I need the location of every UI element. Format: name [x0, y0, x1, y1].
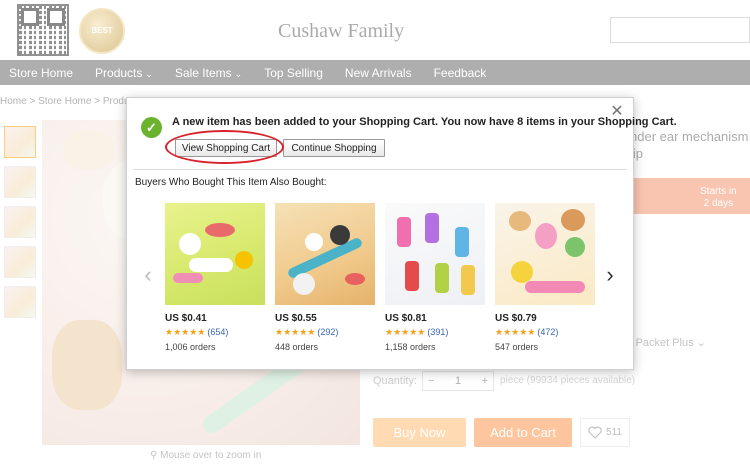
order-count: 1,006 orders: [165, 342, 216, 352]
product-image[interactable]: [275, 203, 375, 305]
divider: [133, 169, 627, 170]
review-count[interactable]: (654): [207, 327, 228, 337]
checkmark-icon: ✓: [141, 117, 162, 138]
recommended-product[interactable]: US $0.79 ★★★★★ (472) 547 orders: [495, 203, 595, 352]
view-shopping-cart-button[interactable]: View Shopping Cart: [175, 139, 277, 157]
review-count[interactable]: (391): [427, 327, 448, 337]
recommended-product[interactable]: US $0.41 ★★★★★ (654) 1,006 orders: [165, 203, 265, 352]
added-to-cart-dialog: ✕ ✓ A new item has been added to your Sh…: [126, 97, 677, 370]
product-image[interactable]: [385, 203, 485, 305]
rating-stars: ★★★★★ (391): [385, 327, 485, 338]
stars: ★★★★★: [385, 327, 426, 337]
chevron-right-icon[interactable]: ›: [603, 264, 617, 286]
rating-stars: ★★★★★ (292): [275, 327, 375, 338]
rating-stars: ★★★★★ (472): [495, 327, 595, 338]
product-price: US $0.55: [275, 313, 317, 324]
recommended-product[interactable]: US $0.55 ★★★★★ (292) 448 orders: [275, 203, 375, 352]
recommended-product[interactable]: US $0.81 ★★★★★ (391) 1,158 orders: [385, 203, 485, 352]
product-image[interactable]: [495, 203, 595, 305]
stars: ★★★★★: [275, 327, 316, 337]
product-price: US $0.81: [385, 313, 427, 324]
product-price: US $0.41: [165, 313, 207, 324]
stars: ★★★★★: [165, 327, 206, 337]
order-count: 448 orders: [275, 342, 319, 352]
order-count: 547 orders: [495, 342, 539, 352]
rating-stars: ★★★★★ (654): [165, 327, 265, 338]
continue-shopping-button[interactable]: Continue Shopping: [283, 139, 385, 157]
chevron-left-icon[interactable]: ‹: [141, 264, 155, 286]
review-count[interactable]: (292): [317, 327, 338, 337]
cart-added-message: A new item has been added to your Shoppi…: [172, 116, 677, 128]
stars: ★★★★★: [495, 327, 536, 337]
review-count[interactable]: (472): [537, 327, 558, 337]
also-bought-heading: Buyers Who Bought This Item Also Bought:: [135, 177, 327, 188]
product-image[interactable]: [165, 203, 265, 305]
order-count: 1,158 orders: [385, 342, 436, 352]
product-price: US $0.79: [495, 313, 537, 324]
